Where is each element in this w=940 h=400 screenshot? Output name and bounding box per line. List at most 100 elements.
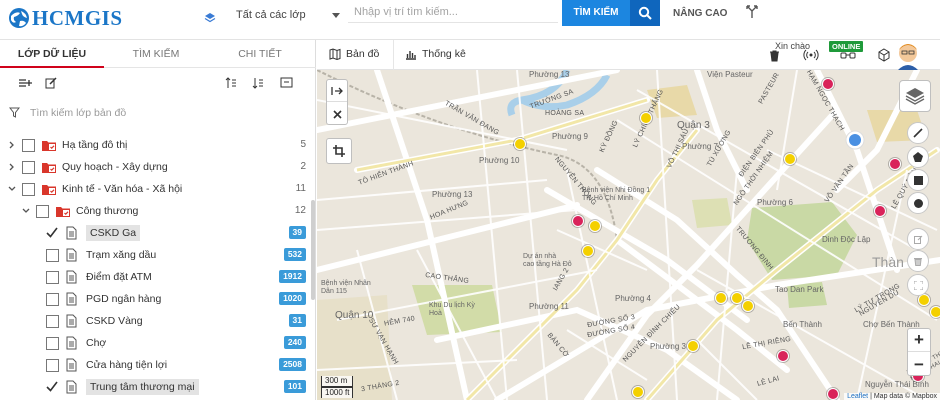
poi-marker[interactable] [687,340,699,352]
crop-button[interactable] [326,138,352,164]
zoom-out-button[interactable]: − [908,353,930,376]
poi-marker[interactable] [572,215,584,227]
sort-descending-icon[interactable] [252,77,264,89]
advanced-search-link[interactable]: NÂNG CAO [673,8,727,19]
draw-line-button[interactable] [907,122,929,144]
poi-marker[interactable] [742,300,754,312]
layer-tree-item[interactable]: PGD ngân hàng 1020 [0,289,316,311]
layer-tree-item[interactable]: Quy hoạch - Xây dựng 2 [0,157,316,179]
layer-tree-item[interactable]: Công thương 12 [0,201,316,223]
tab-details[interactable]: CHI TIẾT [208,40,312,68]
tab-statistics-label: Thống kê [422,48,466,60]
draw-rectangle-button[interactable] [907,169,929,191]
layer-count: 2 [300,161,306,172]
poi-marker[interactable] [731,292,743,304]
logo[interactable]: HCMGIS [8,6,123,30]
zoom-in-button[interactable]: + [908,329,930,352]
delete-shape-button[interactable] [907,250,929,272]
poi-marker[interactable] [889,158,901,170]
layer-tree-item[interactable]: CSKD Ga 39 [0,223,316,245]
poi-marker[interactable] [582,245,594,257]
edit-shape-button[interactable] [907,228,929,250]
close-button[interactable] [327,103,347,125]
poi-marker[interactable] [874,205,886,217]
layer-count: 5 [300,139,306,150]
poi-marker[interactable] [827,388,839,400]
document-icon [66,226,77,240]
layer-tree-item[interactable]: Cửa hàng tiện lợi 2508 [0,355,316,377]
layer-tree-item[interactable]: Chợ 240 [0,333,316,355]
poi-marker[interactable] [632,386,644,398]
route-icon[interactable] [745,5,759,19]
tab-map[interactable]: Bản đồ [329,48,379,60]
search-icon-button[interactable] [630,0,660,26]
layer-tree-item[interactable]: Kinh tế - Văn hóa - Xã hội 11 [0,179,316,201]
layer-switcher-button[interactable] [899,80,931,112]
layer-checkbox[interactable] [22,161,35,174]
layer-checkbox[interactable] [46,315,59,328]
scrollbar[interactable] [311,200,315,300]
sort-ascending-icon[interactable] [225,77,237,89]
search-button[interactable]: TÌM KIẾM [562,0,630,26]
chevron-down-icon[interactable] [22,207,30,215]
collapse-all-icon[interactable] [280,77,293,89]
fullscreen-button[interactable] [907,274,929,296]
poi-marker[interactable] [822,78,834,90]
map-icon [329,48,341,60]
map-label: Thàn [872,254,904,270]
map-label: Phường 13 [432,190,473,199]
poi-marker[interactable] [715,292,727,304]
trash-icon[interactable] [769,50,780,62]
chevron-right-icon[interactable] [8,163,16,171]
tab-layers[interactable]: LỚP DỮ LIỆU [0,40,104,68]
poi-marker[interactable] [640,112,652,124]
layer-label: Hạ tầng đô thị [62,139,128,151]
document-icon [66,358,77,372]
add-layer-icon[interactable] [18,77,32,89]
layer-tree-item[interactable]: Trạm xăng dầu 532 [0,245,316,267]
map-label: Dinh Độc Lập [822,235,871,244]
layer-tree-item[interactable]: CSKD Vàng 31 [0,311,316,333]
expand-button[interactable] [327,80,347,102]
check-icon[interactable] [46,227,58,238]
poi-marker[interactable] [589,220,601,232]
user-avatar[interactable] [891,40,925,70]
layer-select[interactable]: Tất cả các lớp [224,4,340,26]
layer-checkbox[interactable] [22,139,35,152]
layer-checkbox[interactable] [46,359,59,372]
layer-checkbox[interactable] [46,271,59,284]
layer-select-value: Tất cả các lớp [236,9,306,21]
edit-icon[interactable] [45,77,57,89]
layer-checkbox[interactable] [46,337,59,350]
draw-polygon-button[interactable] [907,146,929,168]
search-input[interactable] [348,1,558,23]
user-greeting: Xin chào [775,41,811,51]
layer-count-badge: 1912 [279,270,306,283]
layer-tree-item[interactable]: Hạ tầng đô thị 5 [0,135,316,157]
layer-checkbox[interactable] [36,205,49,218]
chevron-down-icon[interactable] [8,185,16,193]
layer-checkbox[interactable] [22,183,35,196]
draw-circle-button[interactable] [907,192,929,214]
map-label: Tao Dan Park [775,285,824,294]
map-canvas[interactable]: Phường 13 Phường 9 Quận 3 Phường 7 Phườn… [317,70,940,400]
tab-statistics[interactable]: Thống kê [405,48,466,60]
layer-filter-input[interactable] [30,104,290,122]
divider [393,40,394,70]
check-icon[interactable] [46,381,58,392]
layer-tree-item[interactable]: Trung tâm thương mại 101 [0,377,316,399]
layer-count-badge: 31 [288,314,306,327]
cube-icon[interactable] [877,48,891,62]
layer-tree-item[interactable]: Điểm đặt ATM 1912 [0,267,316,289]
poi-marker[interactable] [930,306,940,318]
poi-marker[interactable] [777,350,789,362]
layer-checkbox[interactable] [46,293,59,306]
poi-marker[interactable] [784,153,796,165]
poi-marker[interactable] [514,138,526,150]
logo-text: HCMGIS [32,5,123,30]
leaflet-link[interactable]: Leaflet [847,393,868,400]
tab-search[interactable]: TÌM KIẾM [104,40,208,68]
chevron-right-icon[interactable] [8,141,16,149]
folder-icon [56,207,70,217]
layer-checkbox[interactable] [46,249,59,262]
